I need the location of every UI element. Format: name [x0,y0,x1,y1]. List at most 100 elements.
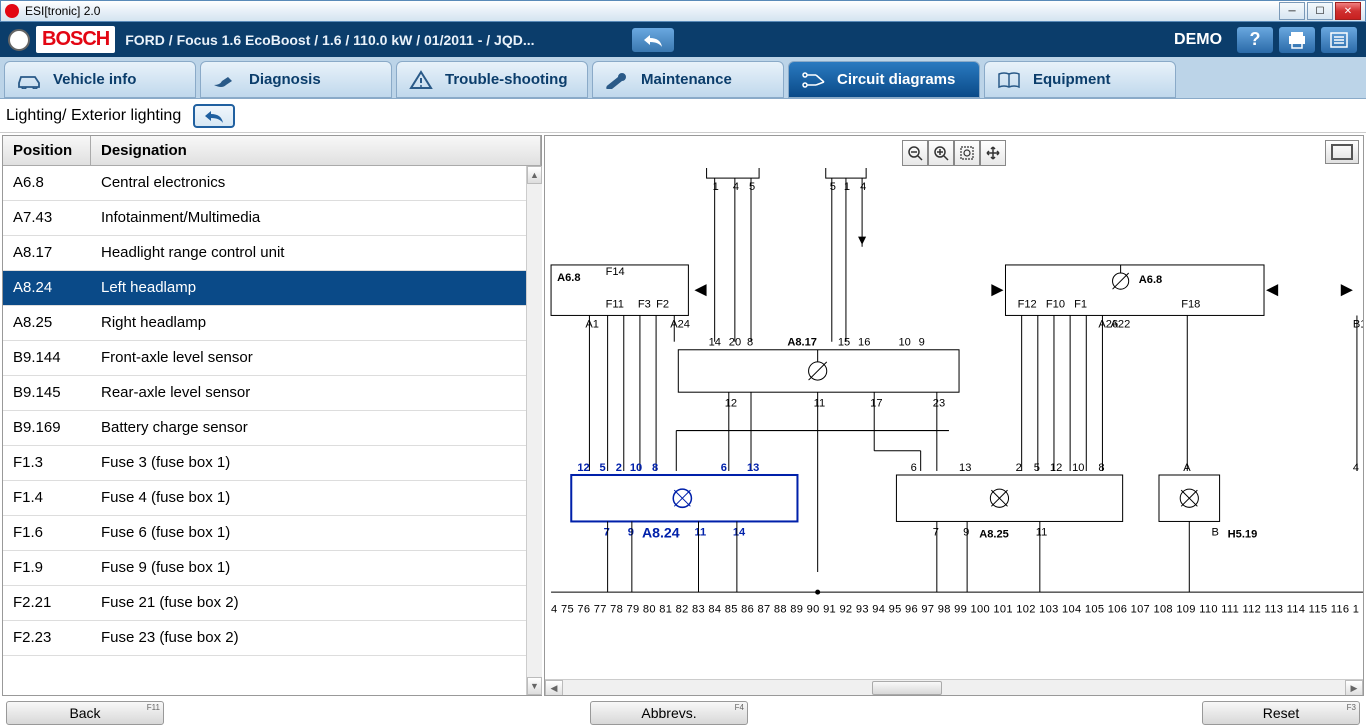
main-tabs: Vehicle info Diagnosis Trouble-shooting … [0,57,1366,99]
cell-position: F1.3 [3,446,91,480]
tab-label: Equipment [1033,71,1111,88]
cell-designation: Front-axle level sensor [91,341,541,375]
cell-position: F2.23 [3,621,91,655]
svg-text:F1: F1 [1074,298,1087,310]
col-header-designation[interactable]: Designation [91,136,541,165]
svg-text:12: 12 [1050,462,1062,474]
vertical-scrollbar[interactable] [526,166,542,695]
header-undo-button[interactable] [631,27,675,53]
svg-text:H5.19: H5.19 [1228,529,1258,541]
warning-icon [407,69,435,91]
cell-designation: Rear-axle level sensor [91,376,541,410]
close-button[interactable]: ✕ [1335,2,1361,20]
help-button[interactable]: ? [1236,26,1274,54]
table-row[interactable]: A8.17Headlight range control unit [3,236,541,271]
svg-text:F3: F3 [638,298,651,310]
table-row[interactable]: F1.4Fuse 4 (fuse box 1) [3,481,541,516]
svg-text:5: 5 [1034,462,1040,474]
cell-designation: Headlight range control unit [91,236,541,270]
tab-diagnosis[interactable]: Diagnosis [200,61,392,98]
tab-maintenance[interactable]: Maintenance [592,61,784,98]
svg-text:F14: F14 [606,266,625,278]
maximize-button[interactable]: ☐ [1307,2,1333,20]
table-row[interactable]: A7.43Infotainment/Multimedia [3,201,541,236]
svg-text:A8.17: A8.17 [787,337,817,349]
table-row[interactable]: F1.9Fuse 9 (fuse box 1) [3,551,541,586]
back-button[interactable]: Back F11 [6,701,164,725]
zoom-in-button[interactable] [928,140,954,166]
cell-designation: Right headlamp [91,306,541,340]
svg-text:B: B [1212,527,1219,539]
subnav-back-button[interactable] [193,104,235,128]
cell-designation: Fuse 4 (fuse box 1) [91,481,541,515]
tab-circuit-diagrams[interactable]: Circuit diagrams [788,61,980,98]
svg-text:A22: A22 [1111,319,1131,331]
table-row[interactable]: F2.21Fuse 21 (fuse box 2) [3,586,541,621]
minimize-button[interactable]: ─ [1279,2,1305,20]
cell-position: A8.17 [3,236,91,270]
cell-designation: Fuse 3 (fuse box 1) [91,446,541,480]
cell-designation: Fuse 21 (fuse box 2) [91,586,541,620]
circuit-diagram[interactable]: 145 514 A6.8 F14 F11 F3 F2 A1 A24 A6.8 F [545,168,1363,683]
tab-vehicle-info[interactable]: Vehicle info [4,61,196,98]
tab-label: Circuit diagrams [837,71,955,88]
horizontal-scrollbar[interactable] [545,679,1363,695]
svg-text:4: 4 [733,181,739,193]
book-icon [995,69,1023,91]
menu-button[interactable] [1320,26,1358,54]
sub-navigation: Lighting/ Exterior lighting [0,99,1366,133]
footer-bar: Back F11 Abbrevs. F4 Reset F3 [0,698,1366,728]
table-row[interactable]: B9.145Rear-axle level sensor [3,376,541,411]
table-row[interactable]: A6.8Central electronics [3,166,541,201]
svg-text:5: 5 [830,181,836,193]
col-header-position[interactable]: Position [3,136,91,165]
svg-text:9: 9 [919,337,925,349]
tab-label: Trouble-shooting [445,71,567,88]
zoom-select-button[interactable] [954,140,980,166]
svg-text:14: 14 [709,337,721,349]
svg-text:2: 2 [616,462,622,474]
svg-text:4 75 76 77 78 79 80 81: 4 75 76 77 78 79 80 81 82 83 84 85 86 87… [551,603,1359,615]
window-title: ESI[tronic] 2.0 [25,4,1279,18]
table-row[interactable]: A8.24Left headlamp [3,271,541,306]
window-titlebar: ESI[tronic] 2.0 ─ ☐ ✕ [0,0,1366,22]
cell-position: B9.169 [3,411,91,445]
svg-text:B1: B1 [1353,319,1363,331]
cell-position: A8.24 [3,271,91,305]
table-row[interactable]: F2.23Fuse 23 (fuse box 2) [3,621,541,656]
svg-text:A6.8: A6.8 [557,272,580,284]
table-row[interactable]: A8.25Right headlamp [3,306,541,341]
svg-text:12: 12 [577,462,589,474]
fullscreen-button[interactable] [1325,140,1359,164]
svg-text:5: 5 [749,181,755,193]
tab-trouble-shooting[interactable]: Trouble-shooting [396,61,588,98]
cell-designation: Fuse 9 (fuse box 1) [91,551,541,585]
pan-button[interactable] [980,140,1006,166]
component-table: Position Designation A6.8Central electro… [2,135,542,696]
tab-equipment[interactable]: Equipment [984,61,1176,98]
table-row[interactable]: B9.169Battery charge sensor [3,411,541,446]
svg-text:16: 16 [858,337,870,349]
cell-position: A7.43 [3,201,91,235]
svg-text:A1: A1 [585,319,599,331]
svg-text:2: 2 [1016,462,1022,474]
cell-position: A6.8 [3,166,91,200]
zoom-out-button[interactable] [902,140,928,166]
demo-label: DEMO [1174,31,1222,49]
svg-text:15: 15 [838,337,850,349]
subnav-title: Lighting/ Exterior lighting [6,107,181,125]
cell-designation: Infotainment/Multimedia [91,201,541,235]
svg-text:A8.25: A8.25 [979,529,1009,541]
table-row[interactable]: F1.6Fuse 6 (fuse box 1) [3,516,541,551]
svg-text:1: 1 [713,181,719,193]
svg-text:11: 11 [1036,527,1048,539]
svg-text:8: 8 [1098,462,1104,474]
svg-text:11: 11 [694,527,706,539]
table-row[interactable]: F1.3Fuse 3 (fuse box 1) [3,446,541,481]
table-row[interactable]: B9.144Front-axle level sensor [3,341,541,376]
reset-button[interactable]: Reset F3 [1202,701,1360,725]
svg-text:6: 6 [911,462,917,474]
cell-position: F1.9 [3,551,91,585]
abbrevs-button[interactable]: Abbrevs. F4 [590,701,748,725]
print-button[interactable] [1278,26,1316,54]
